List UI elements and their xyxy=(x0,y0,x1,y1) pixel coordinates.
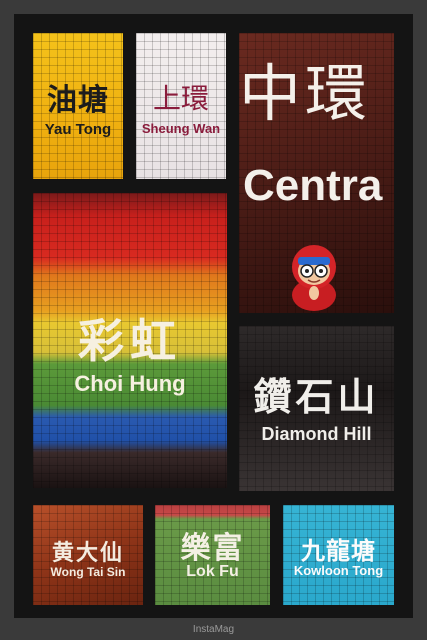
yau-tong-english-label: Yau Tong xyxy=(44,121,112,138)
hooded-figurine-icon xyxy=(292,245,336,311)
tile-lok-fu: 樂富 Lok Fu xyxy=(155,505,270,605)
wong-tai-sin-chinese-label: 黄大仙 xyxy=(51,540,124,566)
central-english-label: Centra xyxy=(243,161,383,210)
diamond-hill-english-label: Diamond Hill xyxy=(261,424,372,444)
yau-tong-chinese-label: 油塘 xyxy=(47,83,109,118)
diamond-hill-chinese-label: 鑽石山 xyxy=(253,374,380,419)
tile-kowloon-tong: 九龍塘 Kowloon Tong xyxy=(283,505,394,605)
choi-hung-chinese-label: 彩虹 xyxy=(78,314,182,368)
lok-fu-english-label: Lok Fu xyxy=(186,563,239,580)
sheung-wan-english-label: Sheung Wan xyxy=(141,121,221,136)
lok-fu-chinese-label: 樂富 xyxy=(180,531,245,566)
kowloon-tong-english-label: Kowloon Tong xyxy=(293,563,384,578)
tile-sheung-wan: 上環 Sheung Wan xyxy=(136,33,226,179)
watermark-label: InstaMag xyxy=(192,624,235,635)
central-chinese-label: 中環 xyxy=(239,57,372,130)
tile-choi-hung: 彩虹 Choi Hung xyxy=(33,193,227,488)
tile-diamond-hill: 鑽石山 Diamond Hill xyxy=(239,326,394,491)
tile-wong-tai-sin: 黄大仙 Wong Tai Sin xyxy=(33,505,143,605)
tile-yau-tong: 油塘 Yau Tong xyxy=(33,33,123,179)
kowloon-tong-chinese-label: 九龍塘 xyxy=(301,536,376,565)
choi-hung-english-label: Choi Hung xyxy=(74,371,186,396)
sheung-wan-chinese-label: 上環 xyxy=(152,82,209,115)
tile-central: 中環 Centra xyxy=(239,33,394,313)
wong-tai-sin-english-label: Wong Tai Sin xyxy=(50,565,126,579)
